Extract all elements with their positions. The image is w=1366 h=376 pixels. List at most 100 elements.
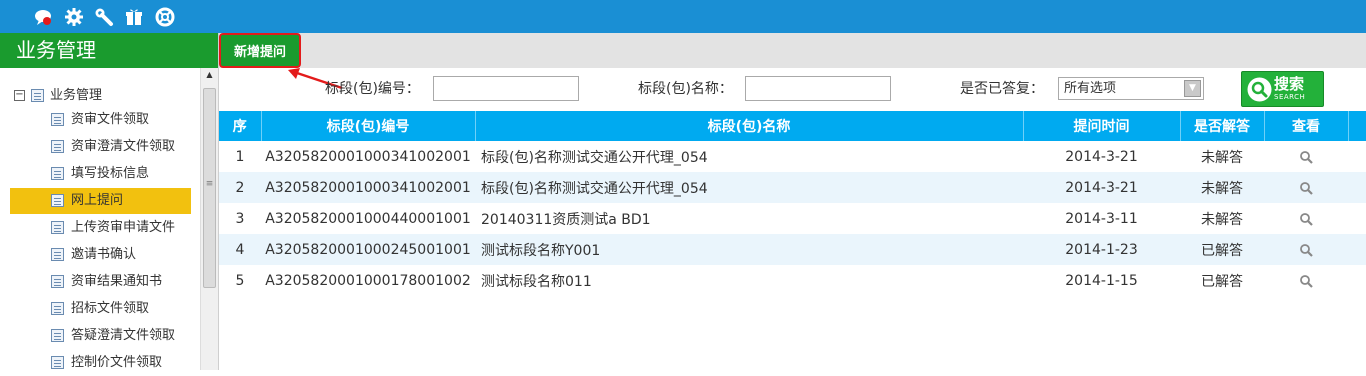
- sidebar-item-label: 资审文件领取: [71, 112, 150, 127]
- col-header-view: 查看: [1264, 111, 1349, 141]
- cell-code: A3205820001000245001001: [261, 234, 475, 265]
- sidebar-item-label: 资审澄清文件领取: [71, 139, 176, 154]
- view-magnifier-icon[interactable]: [1299, 181, 1313, 195]
- document-icon: [51, 329, 64, 342]
- sidebar-item-label: 填写投标信息: [71, 166, 150, 181]
- cell-time: 2014-1-15: [1023, 265, 1180, 296]
- table-row: 5 A3205820001000178001002 测试标段名称011 2014…: [219, 265, 1366, 296]
- sidebar-item-label: 上传资审申请文件: [71, 220, 176, 235]
- search-button-label: 搜索: [1274, 75, 1305, 93]
- answered-filter-select[interactable]: 所有选项 ▼: [1058, 77, 1204, 100]
- tree-root[interactable]: − 业务管理: [14, 86, 102, 106]
- view-magnifier-icon[interactable]: [1299, 274, 1313, 288]
- sidebar-scrollbar[interactable]: ▲ ≡: [200, 68, 218, 370]
- table-row: 2 A3205820001000341002001 标段(包)名称测试交通公开代…: [219, 172, 1366, 203]
- wrench-icon[interactable]: [94, 7, 114, 27]
- code-filter-input[interactable]: [433, 76, 579, 101]
- cell-spacer: [1348, 203, 1366, 234]
- add-question-button[interactable]: 新增提问: [219, 33, 301, 68]
- cell-answered: 已解答: [1180, 265, 1264, 296]
- folder-doc-icon: [31, 89, 44, 102]
- cell-code: A3205820001000341002001: [261, 141, 475, 172]
- gear-icon[interactable]: [64, 7, 84, 27]
- search-button-sublabel: SEARCH: [1274, 93, 1306, 101]
- cell-name: 测试标段名称Y001: [475, 234, 1023, 265]
- cell-time: 2014-3-21: [1023, 141, 1180, 172]
- cell-time: 2014-3-11: [1023, 203, 1180, 234]
- sidebar-item-bid-info[interactable]: 填写投标信息: [10, 161, 191, 187]
- cell-spacer: [1348, 172, 1366, 203]
- cell-answered: 未解答: [1180, 203, 1264, 234]
- cell-no: 5: [219, 265, 261, 296]
- document-icon: [51, 275, 64, 288]
- search-icon: [1247, 77, 1272, 102]
- document-icon: [51, 194, 64, 207]
- chat-icon[interactable]: [33, 7, 53, 27]
- lifebuoy-icon[interactable]: [155, 7, 175, 27]
- document-icon: [51, 221, 64, 234]
- cell-answered: 未解答: [1180, 172, 1264, 203]
- col-header-name: 标段(包)名称: [475, 111, 1024, 141]
- sidebar-item-control-price-receive[interactable]: 控制价文件领取: [10, 350, 191, 376]
- sidebar-title: 业务管理: [0, 33, 218, 68]
- answered-filter-label: 是否已答复：: [960, 81, 1044, 97]
- col-header-answered: 是否解答: [1180, 111, 1265, 141]
- grip-icon: ≡: [205, 179, 214, 189]
- sidebar-item-qual-result-notice[interactable]: 资审结果通知书: [10, 269, 191, 295]
- gift-icon[interactable]: [124, 7, 144, 27]
- col-header-spacer: [1348, 111, 1366, 141]
- cell-time: 2014-3-21: [1023, 172, 1180, 203]
- cell-name: 测试标段名称011: [475, 265, 1023, 296]
- col-header-time: 提问时间: [1023, 111, 1181, 141]
- cell-name: 标段(包)名称测试交通公开代理_054: [475, 172, 1023, 203]
- cell-view: [1264, 265, 1348, 296]
- scroll-up-icon[interactable]: ▲: [201, 70, 218, 84]
- document-icon: [51, 248, 64, 261]
- sidebar-item-online-question[interactable]: 网上提问: [10, 188, 191, 214]
- sidebar: 业务管理 − 业务管理 资审文件领取 资审澄清文件领取 填写投标信息 网上提问 上…: [0, 33, 219, 370]
- table-header-row: 序 标段(包)编号 标段(包)名称 提问时间 是否解答 查看: [219, 111, 1366, 141]
- table-row: 1 A3205820001000341002001 标段(包)名称测试交通公开代…: [219, 141, 1366, 172]
- view-magnifier-icon[interactable]: [1299, 212, 1313, 226]
- cell-code: A3205820001000341002001: [261, 172, 475, 203]
- chevron-down-icon[interactable]: ▼: [1184, 80, 1201, 97]
- sidebar-item-invitation-confirm[interactable]: 邀请书确认: [10, 242, 191, 268]
- code-filter-label: 标段(包)编号：: [325, 81, 420, 97]
- document-icon: [51, 167, 64, 180]
- top-bar: [0, 0, 1366, 33]
- cell-view: [1264, 141, 1348, 172]
- search-button[interactable]: 搜索 SEARCH: [1241, 71, 1324, 107]
- sidebar-item-tender-doc-receive[interactable]: 招标文件领取: [10, 296, 191, 322]
- collapse-icon[interactable]: −: [14, 90, 25, 101]
- table-row: 4 A3205820001000245001001 测试标段名称Y001 201…: [219, 234, 1366, 265]
- sidebar-item-qa-clarify-receive[interactable]: 答疑澄清文件领取: [10, 323, 191, 349]
- view-magnifier-icon[interactable]: [1299, 150, 1313, 164]
- sidebar-item-label: 答疑澄清文件领取: [71, 328, 176, 343]
- cell-no: 2: [219, 172, 261, 203]
- document-icon: [51, 140, 64, 153]
- view-magnifier-icon[interactable]: [1299, 243, 1313, 257]
- cell-code: A3205820001000178001002: [261, 265, 475, 296]
- name-filter-label: 标段(包)名称：: [638, 81, 733, 97]
- sidebar-item-upload-qual-application[interactable]: 上传资审申请文件: [10, 215, 191, 241]
- table-row: 3 A3205820001000440001001 20140311资质测试a …: [219, 203, 1366, 234]
- cell-code: A3205820001000440001001: [261, 203, 475, 234]
- sidebar-item-qual-clarify-receive[interactable]: 资审澄清文件领取: [10, 134, 191, 160]
- answered-filter-value: 所有选项: [1064, 81, 1117, 96]
- cell-view: [1264, 203, 1348, 234]
- toolbar: 新增提问: [219, 33, 1366, 68]
- sidebar-item-qual-doc-receive[interactable]: 资审文件领取: [10, 107, 191, 133]
- cell-spacer: [1348, 234, 1366, 265]
- cell-no: 3: [219, 203, 261, 234]
- cell-name: 标段(包)名称测试交通公开代理_054: [475, 141, 1023, 172]
- cell-no: 1: [219, 141, 261, 172]
- question-table: 序 标段(包)编号 标段(包)名称 提问时间 是否解答 查看 1 A320582…: [219, 111, 1366, 296]
- cell-spacer: [1348, 265, 1366, 296]
- cell-answered: 已解答: [1180, 234, 1264, 265]
- cell-view: [1264, 234, 1348, 265]
- document-icon: [51, 302, 64, 315]
- cell-name: 20140311资质测试a BD1: [475, 203, 1023, 234]
- sidebar-item-label: 控制价文件领取: [71, 355, 163, 370]
- name-filter-input[interactable]: [745, 76, 891, 101]
- sidebar-item-label: 招标文件领取: [71, 301, 150, 316]
